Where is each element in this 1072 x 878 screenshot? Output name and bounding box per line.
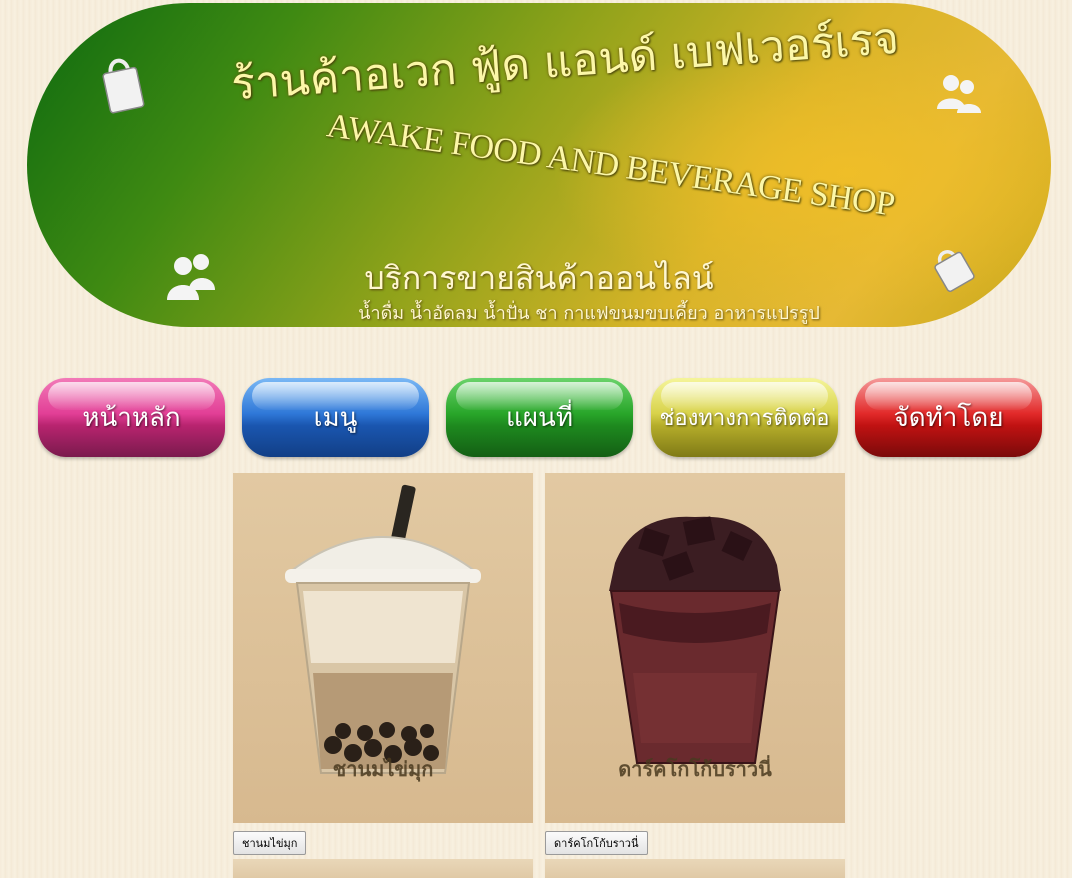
nav-credits-button[interactable]: จัดทำโดย <box>855 378 1042 457</box>
nav-credits-label: จัดทำโดย <box>893 403 1004 433</box>
nav-home-button[interactable]: หน้าหลัก <box>38 378 225 457</box>
nav-map-label: แผนที่ <box>506 403 573 433</box>
nav-contact-button[interactable]: ช่องทางการติดต่อ <box>651 378 838 457</box>
shopping-bag-icon <box>934 250 975 293</box>
users-icon <box>937 75 981 113</box>
shopping-bag-icon <box>102 58 145 114</box>
nav-contact-label: ช่องทางการติดต่อ <box>659 406 830 431</box>
product-image-next[interactable] <box>545 859 845 878</box>
product-image-bubble-milk-tea[interactable]: ชานมไข่มุก <box>233 473 533 823</box>
nav-menu-label: เมนู <box>313 403 358 433</box>
product-caption: ชานมไข่มุก <box>332 757 434 781</box>
product-button-dark-cocoa-brownie[interactable]: ดาร์คโกโก้บราวนี่ <box>545 831 648 855</box>
product-image-dark-cocoa-brownie[interactable]: ดาร์คโกโก้บราวนี่ <box>545 473 845 823</box>
nav-map-button[interactable]: แผนที่ <box>446 378 633 457</box>
nav-home-label: หน้าหลัก <box>82 403 181 433</box>
product-button-bubble-milk-tea[interactable]: ชานมไข่มุก <box>233 831 307 855</box>
product-image-next[interactable] <box>233 859 533 878</box>
header-banner: ร้านค้าอเวก ฟู้ด แอนด์ เบฟเวอร์เรจ AWAKE… <box>27 3 1051 327</box>
nav-menu-button[interactable]: เมนู <box>242 378 429 457</box>
users-icon <box>167 254 215 300</box>
product-caption: ดาร์คโกโก้บราวนี่ <box>618 757 772 781</box>
